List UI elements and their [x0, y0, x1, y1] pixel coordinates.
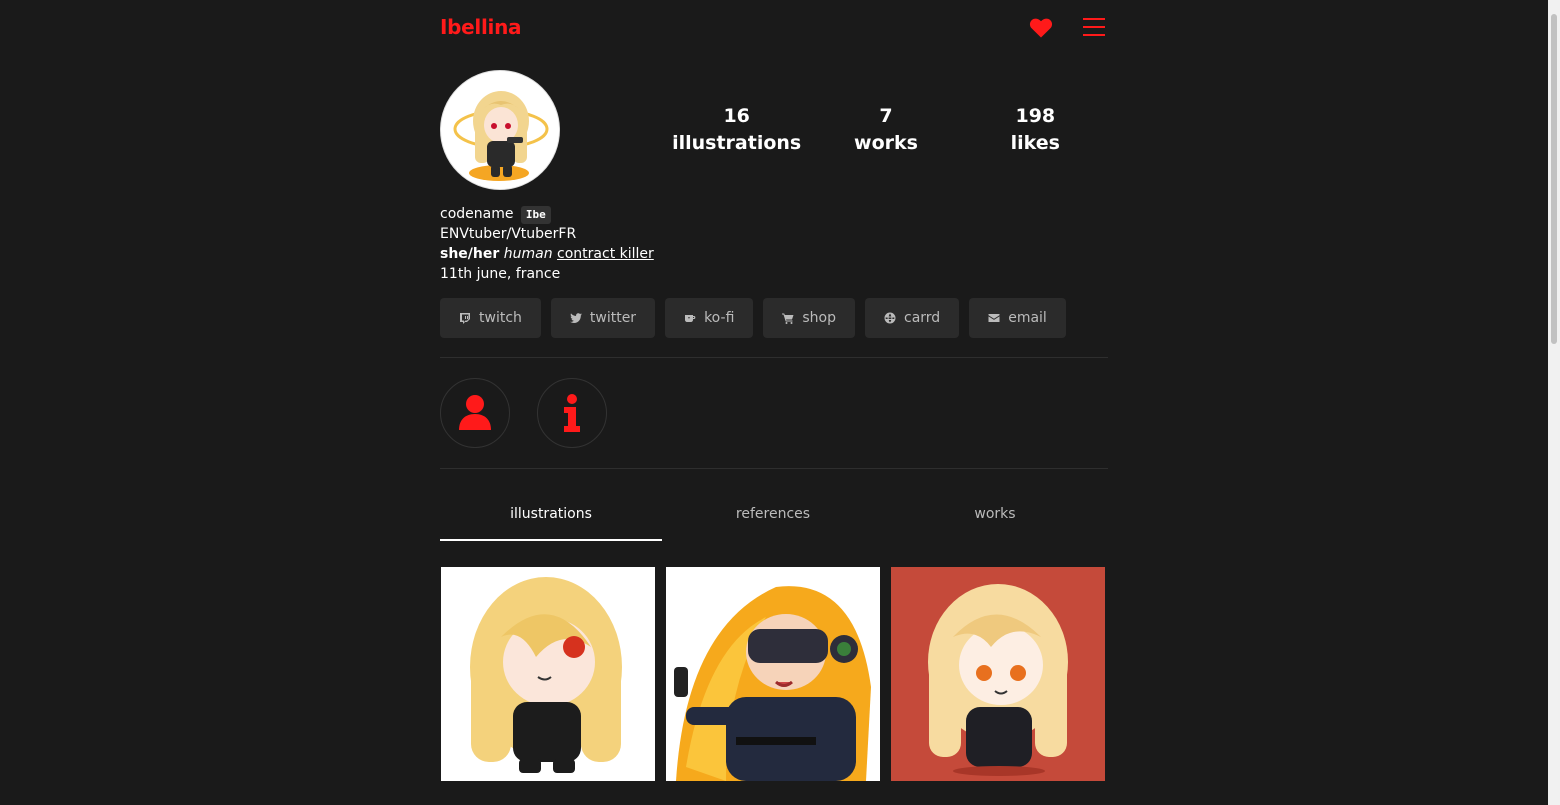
bio-line-birthday: 11th june, france: [440, 266, 561, 282]
bio-line-identity: she/her human contract killer: [440, 244, 1108, 264]
avatar-illustration: [443, 73, 559, 189]
email-label: email: [1008, 310, 1047, 326]
kofi-button[interactable]: ko-fi: [665, 298, 754, 338]
scrollbar-thumb[interactable]: [1551, 14, 1557, 344]
profile-info-button[interactable]: [537, 378, 607, 448]
profile-user-button[interactable]: [440, 378, 510, 448]
codename-tag: Ibe: [520, 206, 551, 224]
bio-line-role: ENVtuber/VtuberFR: [440, 226, 577, 242]
stat-illustrations[interactable]: 16 illustrations: [662, 103, 811, 157]
envelope-icon: [988, 314, 1000, 322]
bio-line-codename: codename Ibe: [440, 204, 1108, 224]
species: human: [503, 246, 553, 262]
illustration-thumbnail[interactable]: [666, 567, 880, 781]
brand-logo[interactable]: Ibellina: [440, 15, 522, 39]
globe-icon: [884, 312, 896, 324]
twitter-icon: [569, 313, 582, 323]
illustration-thumbnail[interactable]: [891, 567, 1105, 781]
profile-bio: codename Ibe ENVtuber/VtuberFR she/her h…: [440, 204, 1108, 284]
carrd-label: carrd: [904, 310, 941, 326]
stat-label: illustrations: [672, 132, 802, 154]
stat-works[interactable]: 7 works: [811, 103, 960, 157]
illustration-thumbnail[interactable]: [441, 567, 655, 781]
profile-page: Ibellina 16 illustrations 7 works 198 li…: [440, 0, 1108, 781]
heart-icon[interactable]: [1029, 16, 1053, 40]
pronouns: she/her: [440, 246, 500, 262]
info-icon: [564, 394, 580, 432]
page-scrollbar[interactable]: [1548, 0, 1560, 805]
content-tabs: illustrations references works: [440, 469, 1108, 541]
twitch-label: twitch: [479, 310, 522, 326]
kofi-cup-icon: [685, 315, 696, 322]
twitter-button[interactable]: twitter: [550, 298, 656, 338]
illustration-grid: [441, 567, 1108, 781]
tab-illustrations[interactable]: illustrations: [440, 469, 662, 541]
tab-works[interactable]: works: [884, 469, 1106, 541]
shop-button[interactable]: shop: [763, 298, 856, 338]
stat-likes[interactable]: 198 likes: [961, 103, 1110, 157]
kofi-label: ko-fi: [704, 310, 735, 326]
stat-value: 7: [879, 105, 893, 127]
twitch-icon: [460, 313, 470, 324]
email-button[interactable]: email: [969, 298, 1066, 338]
avatar: [440, 70, 560, 190]
stat-value: 16: [723, 105, 750, 127]
social-links: twitch twitter ko-fi shop carrd email: [440, 298, 1108, 338]
cart-icon: [782, 313, 794, 324]
hamburger-menu-icon[interactable]: [1083, 18, 1105, 36]
stat-label: likes: [1010, 132, 1060, 154]
stat-label: works: [854, 132, 918, 154]
profile-header: 16 illustrations 7 works 198 likes: [440, 56, 1108, 196]
carrd-button[interactable]: carrd: [865, 298, 960, 338]
profile-stats: 16 illustrations 7 works 198 likes: [662, 103, 1110, 157]
tab-references[interactable]: references: [662, 469, 884, 541]
top-bar: Ibellina: [440, 0, 1108, 56]
shop-label: shop: [802, 310, 837, 326]
user-icon: [459, 395, 491, 430]
twitch-button[interactable]: twitch: [440, 298, 541, 338]
stat-value: 198: [1015, 105, 1056, 127]
profile-actions: [440, 358, 1108, 468]
occupation-link[interactable]: contract killer: [557, 246, 654, 262]
codename-label: codename: [440, 206, 514, 222]
twitter-label: twitter: [589, 310, 637, 326]
